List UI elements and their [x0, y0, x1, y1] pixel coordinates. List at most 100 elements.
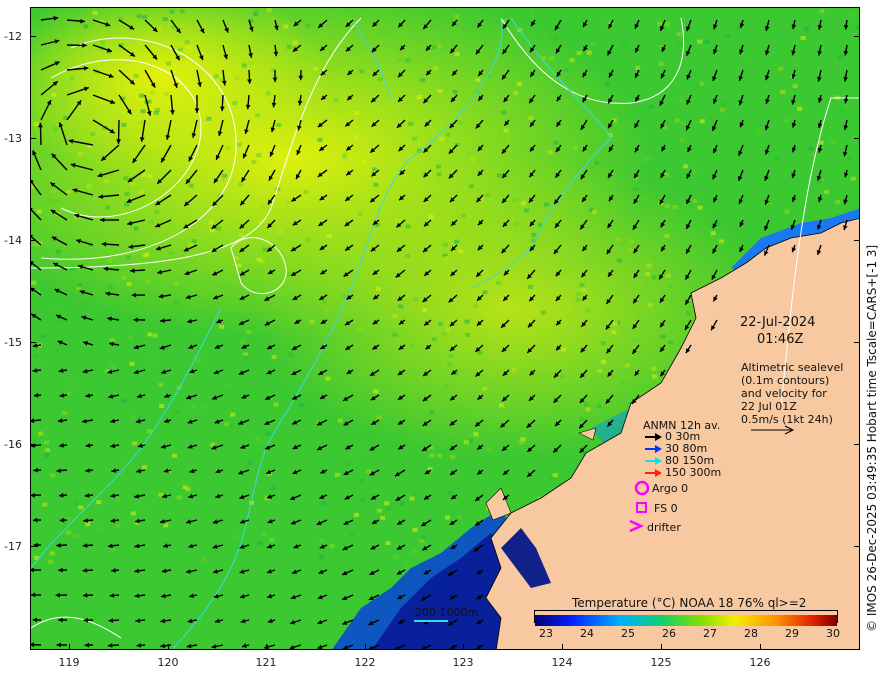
sst-pixel: [254, 113, 260, 118]
sst-pixel: [184, 40, 190, 45]
y-tick: [854, 444, 860, 445]
sst-pixel: [438, 225, 444, 230]
sst-pixel: [667, 284, 673, 289]
sst-pixel: [360, 478, 365, 483]
sst-pixel: [345, 461, 351, 466]
sst-pixel: [657, 21, 663, 26]
sst-pixel: [233, 535, 238, 539]
altimetry-note-line: and velocity for: [741, 387, 827, 400]
sst-pixel: [92, 10, 98, 15]
sst-pixel: [435, 164, 441, 169]
sst-pixel: [527, 285, 533, 289]
sst-pixel: [169, 9, 175, 14]
sst-pixel: [625, 363, 631, 368]
y-tick: [30, 444, 36, 445]
sst-pixel: [792, 83, 798, 88]
sst-pixel: [519, 440, 525, 445]
sst-pixel: [774, 156, 780, 161]
sst-pixel: [572, 84, 578, 89]
sst-pixel: [115, 523, 121, 528]
sst-pixel: [361, 159, 367, 164]
sst-pixel: [724, 34, 730, 39]
arrow-icon: [645, 433, 662, 441]
sst-pixel: [179, 9, 185, 14]
sst-pixel: [563, 68, 569, 73]
sst-pixel: [544, 33, 550, 38]
sst-pixel: [839, 107, 845, 112]
sst-pixel: [247, 461, 253, 465]
sst-pixel: [351, 390, 357, 395]
sst-pixel: [708, 116, 714, 121]
sst-pixel: [44, 453, 50, 458]
sst-pixel: [162, 17, 168, 22]
sst-pixel: [78, 505, 84, 510]
sst-pixel: [55, 249, 61, 254]
sst-pixel: [450, 455, 456, 460]
sst-pixel: [83, 24, 89, 29]
sst-pixel: [536, 354, 542, 359]
sst-pixel: [429, 453, 435, 458]
sst-pixel: [74, 501, 80, 506]
sst-pixel: [195, 358, 201, 363]
sst-pixel: [226, 384, 232, 389]
sst-pixel: [615, 237, 621, 242]
sst-pixel: [699, 81, 705, 86]
sst-pixel: [412, 297, 418, 302]
sst-pixel: [55, 308, 60, 313]
lat-label: -17: [4, 540, 22, 553]
sst-pixel: [341, 154, 347, 159]
sst-pixel: [353, 111, 359, 115]
sst-pixel: [270, 486, 276, 491]
sst-pixel: [501, 110, 507, 115]
sst-pixel: [586, 50, 592, 55]
colorbar-tick: 24: [580, 627, 594, 640]
sst-pixel: [123, 176, 129, 181]
x-tick: [760, 644, 761, 650]
y-tick: [854, 342, 860, 343]
lon-label: 125: [650, 656, 672, 669]
sst-pixel: [46, 153, 52, 158]
sst-pixel: [265, 91, 271, 96]
sst-pixel: [137, 40, 143, 45]
sst-pixel: [632, 187, 638, 192]
x-tick: [168, 644, 169, 650]
sst-pixel: [318, 555, 324, 560]
sst-pixel: [163, 523, 169, 528]
arrow-icon: [645, 457, 662, 465]
sst-pixel: [174, 281, 179, 286]
lat-label: -15: [4, 336, 22, 349]
sst-pixel: [147, 332, 153, 337]
map-time: 01:46Z: [757, 332, 804, 347]
sst-pixel: [529, 8, 535, 13]
sst-pixel: [528, 116, 534, 120]
sst-pixel: [540, 310, 546, 315]
sst-pixel: [464, 319, 470, 324]
sst-pixel: [537, 223, 543, 228]
y-tick: [30, 546, 36, 547]
sst-pixel: [482, 290, 488, 295]
sst-pixel: [321, 300, 327, 304]
sst-pixel: [271, 354, 277, 359]
sst-pixel: [443, 256, 449, 261]
sst-pixel: [448, 353, 454, 358]
sst-pixel: [629, 239, 634, 244]
sst-pixel: [31, 280, 37, 285]
sst-pixel: [122, 398, 128, 403]
sst-pixel: [357, 211, 363, 216]
sst-pixel: [680, 122, 686, 127]
sst-pixel: [66, 190, 72, 195]
sst-pixel: [158, 382, 163, 387]
sst-pixel: [204, 288, 210, 293]
colorbar-tick: 28: [744, 627, 758, 640]
sst-pixel: [746, 57, 752, 62]
sst-pixel: [62, 411, 68, 415]
sst-pixel: [664, 22, 670, 27]
sst-pixel: [692, 169, 698, 174]
sst-pixel: [150, 90, 156, 95]
sst-pixel: [305, 237, 311, 242]
sst-pixel: [570, 133, 576, 138]
sst-pixel: [674, 118, 680, 123]
argo-circle-icon: [634, 480, 650, 496]
sst-pixel: [220, 176, 226, 181]
sst-pixel: [359, 69, 365, 74]
